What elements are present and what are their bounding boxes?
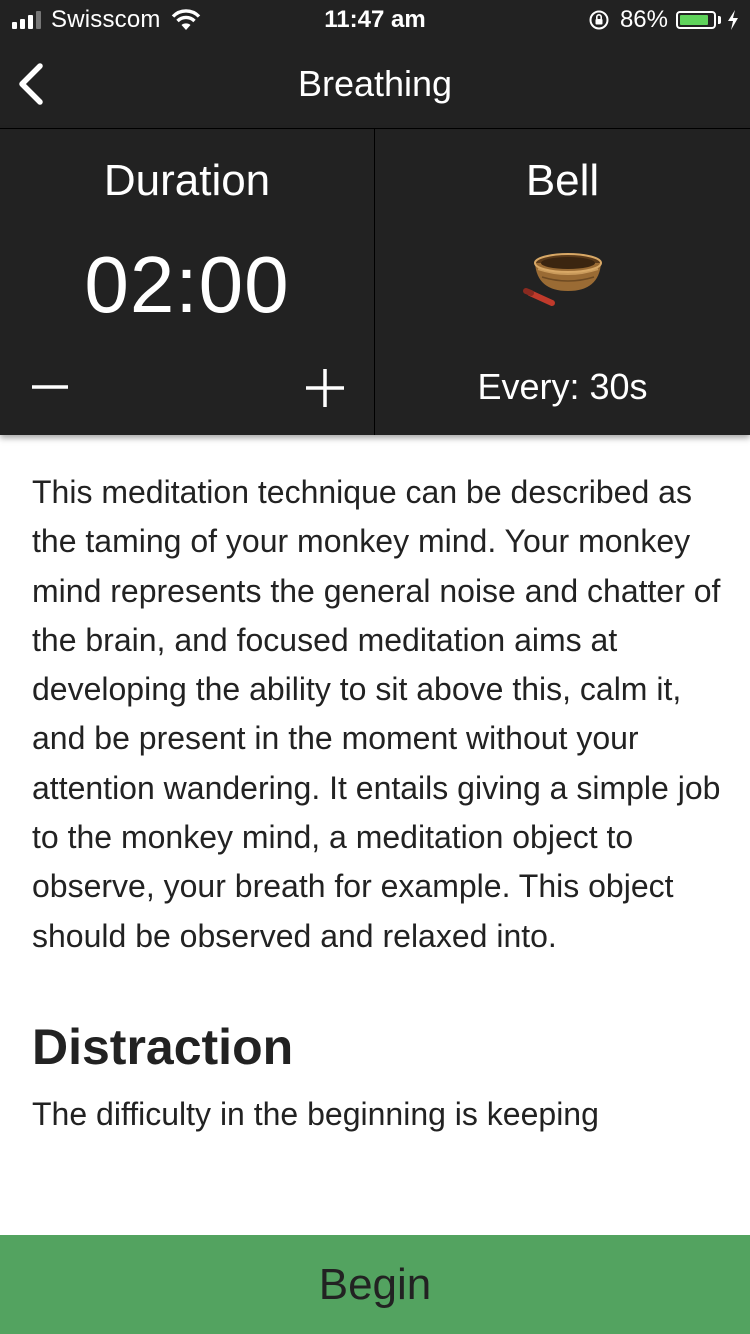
- bell-label: Bell: [525, 156, 600, 205]
- duration-value[interactable]: 02:00: [0, 237, 374, 333]
- charging-bolt-icon: [728, 10, 738, 30]
- page-title: Breathing: [297, 63, 453, 104]
- battery-tip: [718, 16, 721, 24]
- description-content: This meditation technique can be describ…: [32, 468, 722, 1234]
- orientation-lock-icon: [589, 10, 609, 30]
- singing-bowl-icon[interactable]: [520, 249, 606, 309]
- intro-paragraph: This meditation technique can be describ…: [32, 474, 721, 954]
- section-paragraph: The difficulty in the beginning is keepi…: [32, 1095, 599, 1132]
- increase-duration-button[interactable]: [302, 365, 348, 411]
- nav-bar: Breathing: [0, 40, 750, 129]
- settings-panel: Duration 02:00 Bell Every: 30s: [0, 129, 750, 435]
- battery-percent: 86%: [619, 6, 668, 33]
- battery-icon: [676, 11, 716, 29]
- duration-label: Duration: [103, 156, 271, 205]
- decrease-duration-button[interactable]: [28, 365, 72, 409]
- begin-button[interactable]: Begin: [0, 1235, 750, 1334]
- bell-interval[interactable]: Every: 30s: [375, 365, 750, 409]
- section-heading: Distraction: [32, 1018, 294, 1075]
- status-right: 86%: [588, 6, 740, 34]
- status-bar: Swisscom 11:47 am 86%: [0, 0, 750, 40]
